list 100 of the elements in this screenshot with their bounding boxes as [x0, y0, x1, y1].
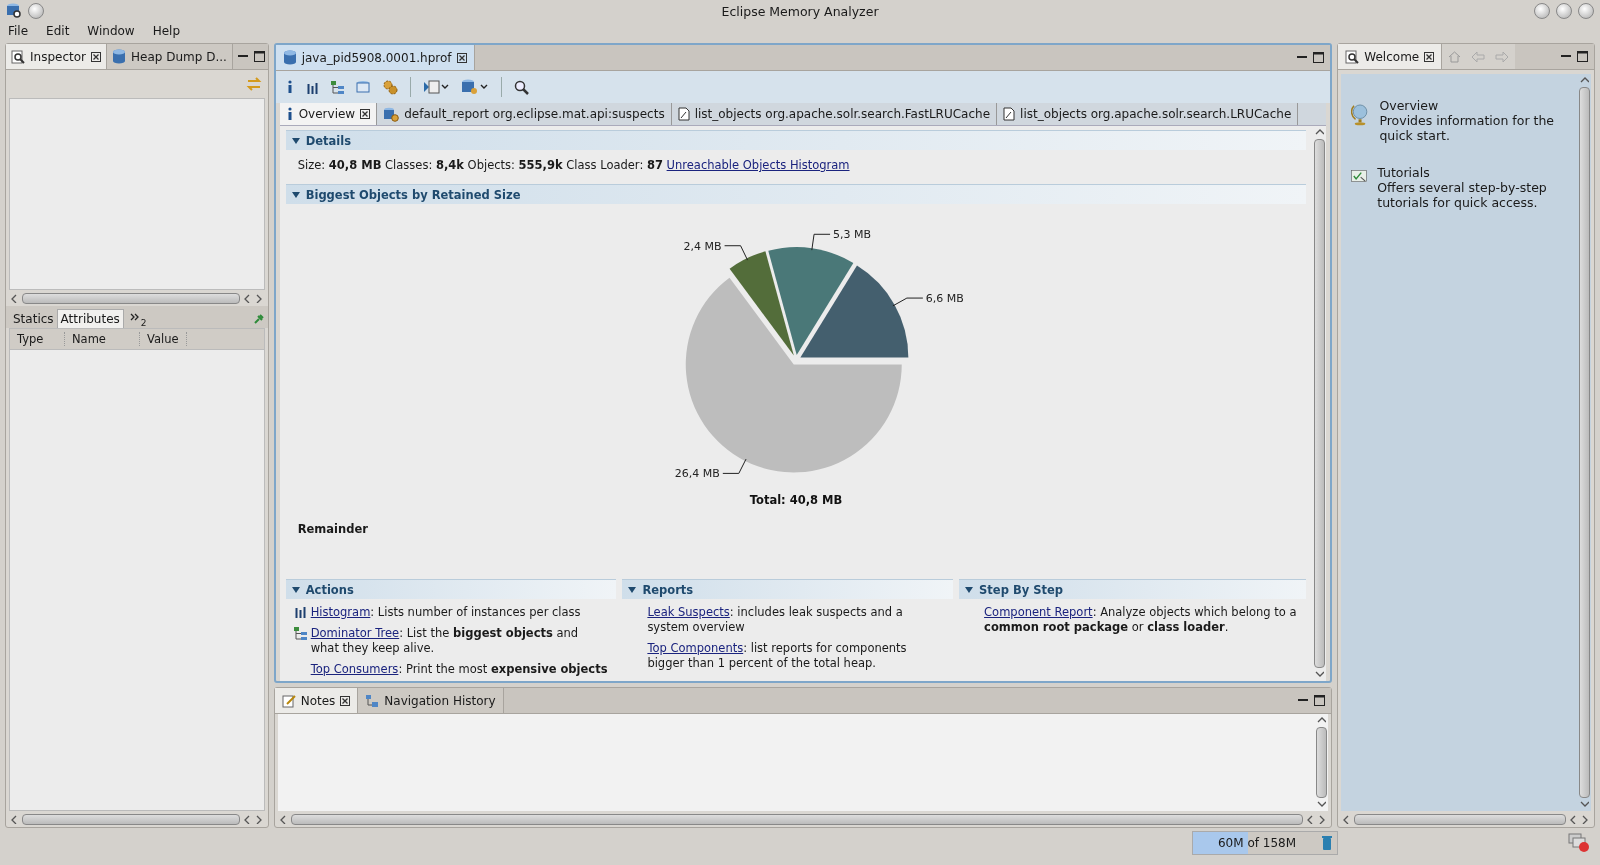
maximize-icon[interactable] — [1313, 52, 1325, 63]
remainder-label: Remainder — [296, 521, 369, 536]
action-link[interactable]: Leak Suspects — [647, 605, 730, 619]
view-tab[interactable]: Heap Dump D... — [107, 44, 233, 69]
column-header[interactable]: Value — [140, 332, 187, 346]
maximize-icon[interactable] — [253, 51, 265, 62]
magnifier-icon — [11, 49, 25, 64]
menu-item[interactable]: Edit — [46, 24, 70, 38]
window-title: Eclipse Memory Analyzer — [721, 3, 879, 19]
close-icon[interactable] — [340, 695, 351, 706]
view-tab[interactable]: Inspector — [6, 44, 107, 69]
horizontal-scrollbar[interactable] — [22, 292, 240, 304]
gear-icon[interactable] — [381, 79, 398, 95]
search-icon[interactable] — [513, 79, 529, 95]
editor-subtab[interactable]: default_report org.eclipse.mat.api:suspects — [377, 103, 672, 125]
action-description: Dominator Tree: List the biggest objects and what they keep alive. — [310, 626, 580, 656]
history-icon — [365, 693, 380, 708]
trash-icon[interactable] — [1321, 835, 1333, 851]
close-window-button[interactable] — [1578, 3, 1594, 19]
slice-label: 6,6 MB — [925, 292, 964, 306]
menu-item[interactable]: Help — [152, 24, 181, 38]
close-icon[interactable] — [360, 109, 371, 119]
scroll-left-icon[interactable] — [10, 293, 19, 303]
pencil-note-icon — [281, 693, 296, 708]
scroll-left-icon[interactable] — [242, 293, 252, 303]
slice-label: 26,4 MB — [674, 467, 720, 481]
histogram-link[interactable]: Unreachable Objects Histogram — [666, 158, 850, 172]
scroll-left-icon[interactable] — [10, 814, 19, 824]
horizontal-scrollbar[interactable] — [1354, 813, 1566, 825]
detail-tab[interactable]: Attributes — [56, 309, 124, 328]
view-tab[interactable]: Welcome — [1338, 44, 1443, 69]
horizontal-scrollbar[interactable] — [290, 813, 1304, 825]
document-icon — [1003, 107, 1016, 121]
heap-usage-text: 60M of 158M — [1216, 836, 1298, 850]
menu-item[interactable]: Window — [87, 24, 135, 38]
scroll-left-icon[interactable] — [242, 814, 252, 824]
section-header[interactable]: Reports — [622, 579, 954, 599]
database-dropdown-icon[interactable] — [460, 79, 489, 95]
close-icon[interactable] — [456, 52, 467, 63]
view-tab[interactable]: Navigation History — [358, 688, 504, 713]
horizontal-scrollbar[interactable] — [22, 813, 240, 825]
section-header[interactable]: Details — [285, 130, 1307, 150]
maximize-icon[interactable] — [1577, 51, 1588, 62]
maximize-icon[interactable] — [1314, 695, 1326, 706]
overflow-count: 2 — [140, 318, 147, 328]
section-header[interactable]: Biggest Objects by Retained Size — [285, 184, 1307, 204]
scroll-up-icon[interactable] — [1579, 76, 1589, 85]
pin-icon[interactable] — [253, 314, 264, 324]
scroll-left-icon[interactable] — [278, 814, 288, 824]
action-link[interactable]: Component Report — [984, 605, 1093, 619]
welcome-item-title: Overview — [1379, 98, 1440, 113]
scroll-down-icon[interactable] — [1579, 800, 1589, 809]
editor-subtab[interactable]: Overview — [279, 103, 378, 125]
editor-tab[interactable]: java_pid5908.0001.hprof — [275, 45, 475, 70]
chart-total: Total: 40,8 MB — [749, 493, 843, 507]
scroll-right-icon[interactable] — [254, 814, 264, 824]
column-header[interactable]: Name — [65, 332, 140, 346]
welcome-item-description: Provides information for the quick start. — [1379, 113, 1555, 143]
editor-subtab[interactable]: list_objects org.apache.solr.search.FastLRUCache — [671, 103, 998, 125]
section-header[interactable]: Step By Step — [959, 579, 1307, 599]
maximize-window-button[interactable] — [1556, 3, 1572, 19]
minimize-window-button[interactable] — [1534, 3, 1550, 19]
section-header[interactable]: Actions — [285, 579, 617, 599]
welcome-link[interactable]: Overview Provides information for the quick start. — [1351, 98, 1567, 143]
slice-label: 2,4 MB — [683, 239, 722, 253]
action-description: Top Consumers: Print the most expensive objects — [310, 662, 608, 677]
window-menu-button[interactable] — [28, 3, 44, 19]
scroll-down-icon[interactable] — [1314, 670, 1324, 679]
tree-icon — [330, 81, 344, 94]
welcome-link[interactable]: Tutorials Offers several step-by-step tutorials for quick access. — [1351, 165, 1567, 210]
database-icon — [282, 50, 297, 65]
scroll-up-icon[interactable] — [1316, 716, 1326, 725]
leader-line — [724, 245, 749, 261]
leader-line — [892, 297, 924, 307]
bar-chart-icon — [293, 606, 307, 618]
slice-label: 5,3 MB — [833, 228, 872, 242]
vertical-scrollbar[interactable] — [1578, 87, 1590, 798]
view-tab[interactable]: Notes — [274, 688, 359, 713]
editor-subtab[interactable]: list_objects org.apache.solr.search.LRUCache — [997, 103, 1299, 125]
menu-item[interactable]: File — [8, 24, 29, 38]
close-icon[interactable] — [1424, 51, 1435, 62]
windows-error-icon[interactable] — [1568, 833, 1590, 853]
column-header[interactable]: Type — [10, 332, 65, 346]
tree-icon — [293, 627, 307, 640]
close-icon[interactable] — [91, 51, 101, 62]
run-list-dropdown-icon[interactable] — [422, 79, 449, 95]
details-summary: Size: 40,8 MB Classes: 8,4k Objects: 555,9k Class Loader: 87 Unreachable Objects Histogram — [297, 158, 850, 172]
bar-chart-icon — [305, 81, 319, 94]
chevron-icon[interactable] — [129, 313, 140, 321]
vertical-scrollbar[interactable] — [1315, 727, 1327, 798]
document-icon — [677, 107, 690, 121]
leader-line — [811, 233, 831, 251]
scroll-right-icon[interactable] — [254, 293, 264, 303]
leader-line — [722, 458, 747, 474]
scroll-right-icon[interactable] — [1581, 814, 1590, 824]
scroll-up-icon[interactable] — [1314, 128, 1324, 137]
vertical-scrollbar[interactable] — [1313, 139, 1325, 668]
scroll-down-icon[interactable] — [1316, 800, 1326, 809]
detail-tab[interactable]: Statics — [10, 310, 57, 328]
scroll-left-icon[interactable] — [1569, 814, 1578, 824]
